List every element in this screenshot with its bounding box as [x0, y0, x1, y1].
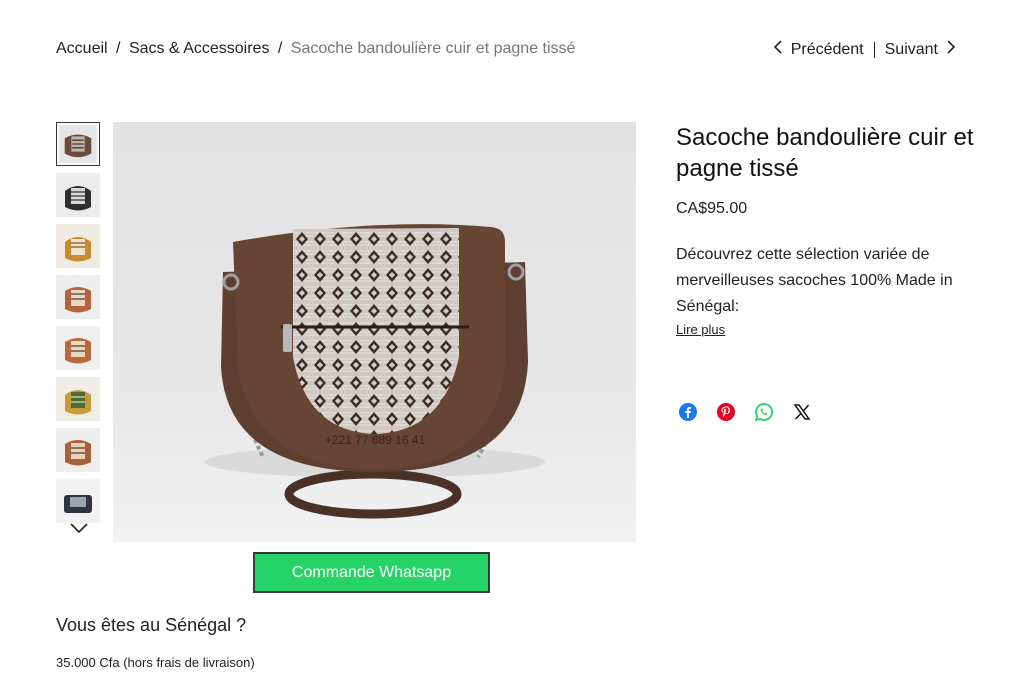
product-price: CA$95.00 — [676, 200, 748, 217]
previous-button[interactable]: Précédent — [773, 40, 864, 59]
next-button[interactable]: Suivant — [885, 40, 956, 59]
product-pager: Précédent Suivant — [773, 40, 956, 59]
facebook-icon[interactable] — [678, 402, 698, 422]
breadcrumb-home-link[interactable]: Accueil — [56, 40, 108, 57]
x-icon[interactable] — [792, 402, 812, 422]
thumbnail-5[interactable] — [56, 326, 100, 370]
senegal-heading: Vous êtes au Sénégal ? — [56, 615, 247, 635]
main-product-image[interactable]: +221 77 689 16 41 — [113, 122, 636, 542]
senegal-price: 35.000 Cfa (hors frais de livraison) — [56, 655, 255, 670]
breadcrumb-separator: / — [277, 40, 283, 57]
whatsapp-icon[interactable] — [754, 402, 774, 422]
chevron-right-icon — [946, 40, 956, 59]
breadcrumb-category-link[interactable]: Sacs & Accessoires — [129, 40, 270, 57]
breadcrumb: Accueil / Sacs & Accessoires / Sacoche b… — [56, 40, 575, 58]
breadcrumb-separator: / — [116, 40, 121, 57]
thumbnail-6[interactable] — [56, 377, 100, 421]
product-description: Découvrez cette sélection variée de merv… — [676, 246, 953, 315]
chevron-left-icon — [773, 40, 783, 59]
thumbnail-1[interactable] — [56, 122, 100, 166]
chevron-down-icon[interactable] — [70, 520, 88, 538]
previous-label: Précédent — [790, 40, 864, 58]
share-bar — [678, 402, 812, 422]
thumbnail-8[interactable] — [56, 479, 100, 523]
product-title: Sacoche bandoulière cuir et pagne tissé — [676, 124, 974, 182]
thumbnail-3[interactable] — [56, 224, 100, 268]
thumbnail-4[interactable] — [56, 275, 100, 319]
breadcrumb-current: Sacoche bandoulière cuir et pagne tissé — [290, 40, 576, 57]
thumbnail-2[interactable] — [56, 173, 100, 217]
read-more-link[interactable]: Lire plus — [676, 322, 725, 337]
next-label: Suivant — [884, 40, 938, 58]
thumbnail-7[interactable] — [56, 428, 100, 472]
watermark-phone: +221 77 689 16 41 — [325, 433, 426, 447]
thumbnail-strip — [56, 122, 102, 530]
pager-divider — [873, 41, 875, 58]
whatsapp-order-button[interactable]: Commande Whatsapp — [253, 552, 490, 593]
pinterest-icon[interactable] — [716, 402, 736, 422]
